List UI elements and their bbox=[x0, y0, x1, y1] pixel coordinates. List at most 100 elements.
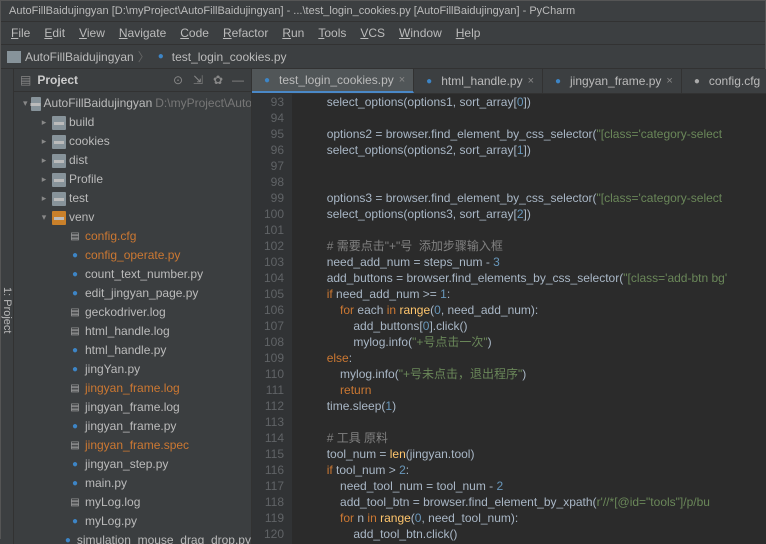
expand-icon[interactable]: ⇲ bbox=[191, 73, 205, 87]
tree-item[interactable]: ●count_text_number.py bbox=[14, 265, 251, 284]
tree-item[interactable]: ●jingYan.py bbox=[14, 360, 251, 379]
tab-config-cfg[interactable]: ●config.cfg× bbox=[682, 69, 766, 93]
code-line[interactable]: select_options(options1, sort_array[0]) bbox=[300, 94, 766, 110]
tree-item[interactable]: ●simulation_mouse_drag_drop.py bbox=[14, 531, 251, 544]
tree-item[interactable]: ▾▬venv bbox=[14, 208, 251, 227]
code-line[interactable]: return bbox=[300, 382, 766, 398]
tab-html_handle-py[interactable]: ●html_handle.py× bbox=[414, 69, 543, 93]
menu-edit[interactable]: Edit bbox=[38, 24, 71, 42]
spec-icon: ▤ bbox=[68, 439, 82, 453]
tree-item-label: test bbox=[69, 190, 88, 207]
line-number: 93 bbox=[264, 94, 284, 110]
menu-code[interactable]: Code bbox=[174, 24, 215, 42]
code-line[interactable]: # 需要点击"+"号 添加步骤输入框 bbox=[300, 238, 766, 254]
tree-item[interactable]: ▾▬AutoFillBaidujingyan D:\myProject\Auto… bbox=[14, 94, 251, 113]
breadcrumb-file[interactable]: test_login_cookies.py bbox=[172, 50, 287, 64]
code-line[interactable] bbox=[300, 110, 766, 126]
folder-icon: ▬ bbox=[52, 173, 66, 187]
tree-item-label: AutoFillBaidujingyan bbox=[44, 95, 153, 112]
code-line[interactable] bbox=[300, 174, 766, 190]
code-line[interactable] bbox=[300, 414, 766, 430]
tree-arrow-icon[interactable]: ▾ bbox=[39, 209, 49, 226]
menu-tools[interactable]: Tools bbox=[312, 24, 352, 42]
tree-item[interactable]: ●jingyan_step.py bbox=[14, 455, 251, 474]
close-icon[interactable]: × bbox=[528, 75, 534, 87]
tree-item[interactable]: ▸▬dist bbox=[14, 151, 251, 170]
tree-item[interactable]: ▤jingyan_frame.log bbox=[14, 379, 251, 398]
tab-jingyan_frame-py[interactable]: ●jingyan_frame.py× bbox=[543, 69, 682, 93]
tree-item-label: dist bbox=[69, 152, 88, 169]
tree-item[interactable]: ▸▬Profile bbox=[14, 170, 251, 189]
code-line[interactable]: if tool_num > 2: bbox=[300, 462, 766, 478]
menu-help[interactable]: Help bbox=[450, 24, 487, 42]
code-line[interactable]: add_tool_btn.click() bbox=[300, 526, 766, 542]
code-content[interactable]: select_options(options1, sort_array[0]) … bbox=[292, 94, 766, 544]
tab-test_login_cookies-py[interactable]: ●test_login_cookies.py× bbox=[252, 69, 414, 93]
code-line[interactable]: options2 = browser.find_element_by_css_s… bbox=[300, 126, 766, 142]
code-line[interactable]: options3 = browser.find_element_by_css_s… bbox=[300, 190, 766, 206]
code-line[interactable]: for each in range(0, need_add_num): bbox=[300, 302, 766, 318]
settings-icon[interactable]: ✿ bbox=[211, 73, 225, 87]
line-number: 112 bbox=[264, 398, 284, 414]
breadcrumb-root[interactable]: AutoFillBaidujingyan bbox=[25, 50, 134, 64]
menu-window[interactable]: Window bbox=[393, 24, 448, 42]
code-line[interactable] bbox=[300, 158, 766, 174]
menu-refactor[interactable]: Refactor bbox=[217, 24, 274, 42]
code-line[interactable]: add_buttons[0].click() bbox=[300, 318, 766, 334]
tree-item[interactable]: ▸▬cookies bbox=[14, 132, 251, 151]
code-line[interactable]: tool_num = len(jingyan.tool) bbox=[300, 446, 766, 462]
code-line[interactable]: select_options(options3, sort_array[2]) bbox=[300, 206, 766, 222]
menu-view[interactable]: View bbox=[73, 24, 111, 42]
close-icon[interactable]: × bbox=[666, 75, 672, 87]
code-line[interactable] bbox=[300, 222, 766, 238]
tree-item[interactable]: ●config_operate.py bbox=[14, 246, 251, 265]
code-line[interactable]: mylog.info("+号未点击，退出程序") bbox=[300, 366, 766, 382]
tree-arrow-icon[interactable]: ▸ bbox=[39, 152, 49, 169]
code-line[interactable]: else: bbox=[300, 350, 766, 366]
hide-icon[interactable]: — bbox=[231, 73, 245, 87]
tree-arrow-icon[interactable]: ▸ bbox=[39, 190, 49, 207]
tree-item[interactable]: ●myLog.py bbox=[14, 512, 251, 531]
tab-label: html_handle.py bbox=[441, 74, 522, 88]
code-line[interactable]: need_tool_num = tool_num - 2 bbox=[300, 478, 766, 494]
py-icon: ● bbox=[68, 458, 82, 472]
tree-arrow-icon[interactable]: ▸ bbox=[39, 133, 49, 150]
code-line[interactable]: for n in range(0, need_tool_num): bbox=[300, 510, 766, 526]
tree-item[interactable]: ▤jingyan_frame.log bbox=[14, 398, 251, 417]
tree-item[interactable]: ●edit_jingyan_page.py bbox=[14, 284, 251, 303]
code-line[interactable]: select_options(options2, sort_array[1]) bbox=[300, 142, 766, 158]
close-icon[interactable]: × bbox=[399, 74, 405, 86]
tree-arrow-icon[interactable]: ▾ bbox=[23, 95, 28, 112]
tree-item[interactable]: ●main.py bbox=[14, 474, 251, 493]
tree-item[interactable]: ▤myLog.log bbox=[14, 493, 251, 512]
code-line[interactable]: mylog.info("+号点击一次") bbox=[300, 334, 766, 350]
tree-item[interactable]: ▤config.cfg bbox=[14, 227, 251, 246]
project-tree[interactable]: ▾▬AutoFillBaidujingyan D:\myProject\Auto… bbox=[14, 92, 251, 544]
tree-item[interactable]: ▤jingyan_frame.spec bbox=[14, 436, 251, 455]
code-line[interactable]: need_add_num = steps_num - 3 bbox=[300, 254, 766, 270]
collapse-icon[interactable]: ⊙ bbox=[171, 73, 185, 87]
code-area[interactable]: 9394959697989910010110210310410510610710… bbox=[252, 94, 766, 544]
code-line[interactable]: # 工具 原料 bbox=[300, 430, 766, 446]
menu-run[interactable]: Run bbox=[276, 24, 310, 42]
folder-icon: ▬ bbox=[52, 154, 66, 168]
tree-item[interactable]: ▤geckodriver.log bbox=[14, 303, 251, 322]
py-icon: ● bbox=[68, 515, 82, 529]
project-tool-tab[interactable]: 1: Project bbox=[1, 69, 14, 544]
tree-arrow-icon[interactable]: ▸ bbox=[39, 114, 49, 131]
menu-vcs[interactable]: VCS bbox=[354, 24, 391, 42]
tree-arrow-icon[interactable]: ▸ bbox=[39, 171, 49, 188]
code-line[interactable]: add_buttons = browser.find_elements_by_c… bbox=[300, 270, 766, 286]
code-line[interactable]: time.sleep(1) bbox=[300, 398, 766, 414]
menu-navigate[interactable]: Navigate bbox=[113, 24, 172, 42]
line-number: 111 bbox=[264, 382, 284, 398]
log-icon: ▤ bbox=[68, 382, 82, 396]
code-line[interactable]: add_tool_btn = browser.find_element_by_x… bbox=[300, 494, 766, 510]
tree-item[interactable]: ▸▬build bbox=[14, 113, 251, 132]
tree-item[interactable]: ▸▬test bbox=[14, 189, 251, 208]
code-line[interactable]: if need_add_num >= 1: bbox=[300, 286, 766, 302]
menu-file[interactable]: File bbox=[5, 24, 36, 42]
tree-item[interactable]: ●jingyan_frame.py bbox=[14, 417, 251, 436]
tree-item[interactable]: ●html_handle.py bbox=[14, 341, 251, 360]
tree-item[interactable]: ▤html_handle.log bbox=[14, 322, 251, 341]
